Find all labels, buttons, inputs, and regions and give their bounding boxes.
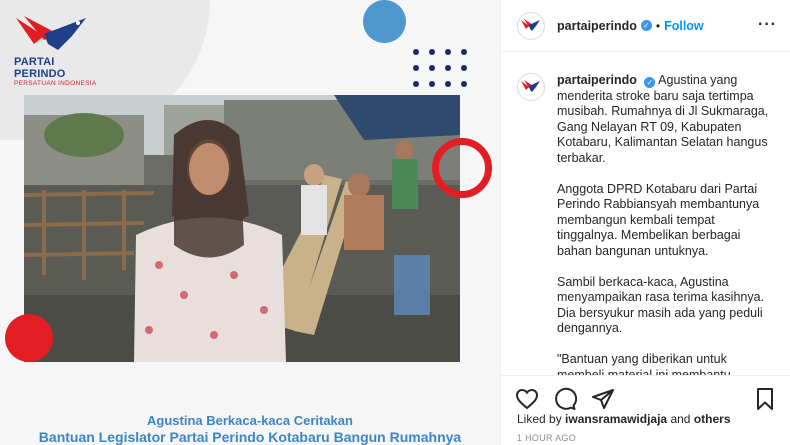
bookmark-icon[interactable]	[753, 387, 777, 411]
perindo-bird-icon	[16, 16, 86, 50]
likes-middle: and	[670, 412, 691, 426]
liked-by-user-link[interactable]: iwansramawidjaja	[565, 412, 667, 426]
comment-icon[interactable]	[553, 387, 577, 411]
likes-summary: Liked by iwansramawidjaja and others	[517, 412, 731, 426]
logo-tagline: PERSATUAN INDONESIA	[14, 80, 97, 87]
caption-username[interactable]: partaiperindo	[557, 73, 637, 87]
decor-dot-grid	[408, 44, 472, 92]
header-separator: •	[655, 18, 661, 33]
perindo-avatar-icon	[521, 80, 540, 92]
image-caption-line2: Bantuan Legislator Partai Perindo Kotaba…	[38, 429, 462, 445]
decor-red-circle	[5, 314, 53, 362]
avatar[interactable]	[517, 11, 545, 40]
caption-area[interactable]: partaiperindo ✓ Agustina yang menderita …	[501, 53, 790, 375]
perindo-logo: PARTAI PERINDO PERSATUAN INDONESIA	[14, 14, 106, 88]
logo-name: PARTAI PERINDO	[14, 56, 66, 80]
verified-badge-icon: ✓	[640, 20, 652, 31]
post-image[interactable]: PARTAI PERINDO PERSATUAN INDONESIA Agust…	[0, 0, 500, 445]
decor-red-ring	[432, 138, 492, 198]
perindo-avatar-icon	[521, 18, 540, 31]
header-username[interactable]: partaiperindo	[557, 19, 637, 33]
follow-button[interactable]: Follow	[664, 19, 704, 33]
image-caption-line1: Agustina Berkaca-kaca Ceritakan	[147, 413, 353, 428]
action-bar	[501, 375, 790, 413]
caption-paragraph-4: "Bantuan yang diberikan untuk membeli ma…	[557, 352, 731, 375]
post-photo	[24, 95, 460, 362]
decor-blue-circle	[363, 0, 406, 43]
more-options-icon[interactable]: ···	[758, 16, 777, 34]
post-timestamp[interactable]: 1 HOUR AGO	[517, 433, 576, 443]
verified-badge-icon: ✓	[644, 77, 656, 88]
likes-prefix: Liked by	[517, 412, 562, 426]
caption-avatar[interactable]	[517, 73, 545, 101]
caption-paragraph-1: partaiperindo ✓ Agustina yang menderita …	[557, 73, 771, 166]
likes-others-link[interactable]: others	[694, 412, 731, 426]
post-side-panel: partaiperindo ✓ • Follow ··· partaiperin…	[500, 0, 790, 445]
share-icon[interactable]	[591, 387, 615, 411]
caption-paragraph-2: Anggota DPRD Kotabaru dari Partai Perind…	[557, 181, 760, 258]
post-header: partaiperindo ✓ • Follow ···	[501, 0, 790, 52]
caption-text: partaiperindo ✓ Agustina yang menderita …	[557, 73, 771, 375]
caption-paragraph-3: Sambil berkaca-kaca, Agustina menyampaik…	[557, 274, 765, 336]
heart-icon[interactable]	[515, 387, 539, 411]
